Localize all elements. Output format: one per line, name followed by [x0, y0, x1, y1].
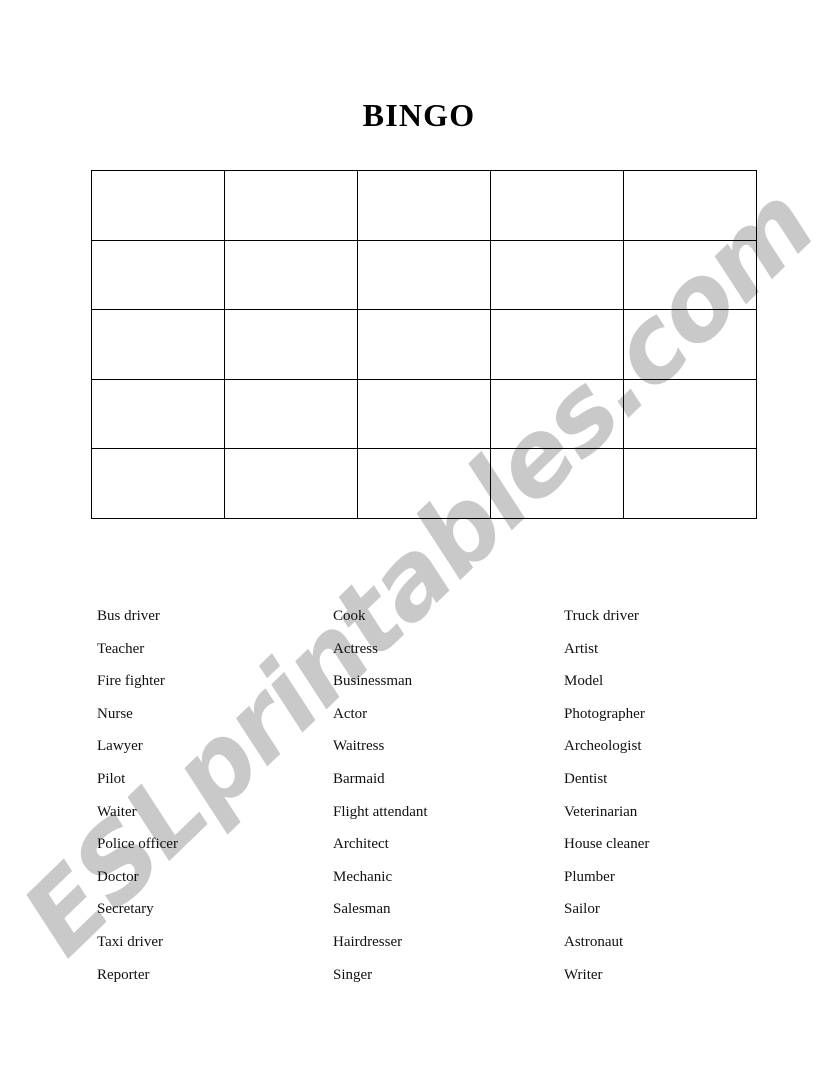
word-list-item: Reporter: [97, 966, 150, 983]
bingo-cell[interactable]: [91, 309, 225, 380]
bingo-cell[interactable]: [357, 239, 491, 311]
word-list-item: Singer: [333, 966, 373, 983]
word-list-item: Dentist: [564, 770, 608, 787]
word-list-item: Writer: [564, 966, 603, 983]
word-list-item: Architect: [333, 836, 389, 853]
word-list-item: Model: [564, 673, 604, 690]
bingo-cell[interactable]: [357, 378, 491, 450]
word-list-item: Cook: [333, 608, 366, 624]
word-list-item: Lawyer: [97, 738, 143, 755]
word-list-item: Doctor: [97, 868, 139, 885]
bingo-cell[interactable]: [623, 239, 757, 311]
word-list-item: Teacher: [97, 640, 145, 657]
bingo-grid-row: [91, 309, 757, 380]
word-list-column: Truck driver Artist Model Photographer Arche…: [564, 600, 649, 991]
bingo-grid-body: [91, 170, 757, 519]
bingo-cell[interactable]: [224, 239, 358, 311]
word-list-column: Bus driver Teacher Fire fighter Nurse Lawyer…: [97, 600, 178, 991]
word-list-item: Photographer: [564, 705, 645, 722]
bingo-cell[interactable]: [91, 170, 225, 241]
word-list-item: Mechanic: [333, 868, 393, 885]
bingo-cell[interactable]: [490, 448, 624, 519]
bingo-grid-row: [91, 378, 757, 450]
bingo-cell[interactable]: [623, 448, 757, 519]
bingo-grid-row: [91, 239, 757, 311]
bingo-cell[interactable]: [91, 239, 225, 311]
word-list-item: Actor: [333, 705, 368, 722]
bingo-cell[interactable]: [357, 309, 491, 380]
word-list-item: Waiter: [97, 803, 137, 820]
bingo-cell[interactable]: [490, 239, 624, 311]
word-list-item: Salesman: [333, 901, 391, 918]
word-list-item: Bus driver: [97, 608, 160, 624]
word-list-item: Flight attendant: [333, 803, 428, 820]
bingo-cell[interactable]: [224, 378, 358, 450]
word-list-item: Actress: [333, 640, 378, 657]
word-list-item: Pilot: [97, 770, 126, 787]
word-list-item: Police officer: [97, 836, 178, 853]
word-list-item: Secretary: [97, 901, 154, 918]
bingo-cell[interactable]: [224, 309, 358, 380]
bingo-cell[interactable]: [91, 378, 225, 450]
word-list-item: Hairdresser: [333, 933, 403, 950]
bingo-cell[interactable]: [224, 170, 358, 241]
word-list-item: House cleaner: [564, 836, 650, 853]
word-list-item: Businessman: [333, 673, 413, 690]
bingo-grid-row: [91, 170, 757, 241]
word-list-item: Barmaid: [333, 770, 385, 787]
word-list-item: Veterinarian: [564, 803, 638, 820]
bingo-cell[interactable]: [490, 378, 624, 450]
page-title: BINGO: [362, 97, 476, 133]
bingo-cell[interactable]: [623, 378, 757, 450]
word-list-item: Truck driver: [564, 608, 639, 624]
word-list-item: Taxi driver: [97, 933, 164, 950]
bingo-cell[interactable]: [623, 170, 757, 241]
bingo-cell[interactable]: [623, 309, 757, 380]
word-list-item: Sailor: [564, 901, 600, 918]
bingo-cell[interactable]: [357, 170, 491, 241]
word-list-item: Plumber: [564, 868, 615, 885]
bingo-grid-row: [91, 448, 757, 519]
word-list-item: Artist: [564, 640, 599, 657]
word-list-item: Waitress: [333, 738, 385, 755]
word-list-item: Archeologist: [564, 738, 642, 755]
word-list-item: Astronaut: [564, 933, 624, 950]
bingo-cell[interactable]: [91, 448, 225, 519]
worksheet-page: ESLprintables.com BINGO Bus driver Teache…: [0, 0, 838, 1086]
bingo-cell[interactable]: [490, 309, 624, 380]
bingo-cell[interactable]: [357, 448, 491, 519]
word-list-column: Cook Actress Businessman Actor Waitress Barma…: [333, 600, 428, 991]
bingo-cell[interactable]: [490, 170, 624, 241]
word-list-item: Nurse: [97, 705, 133, 722]
word-list-item: Fire fighter: [97, 673, 165, 690]
bingo-grid: [91, 170, 757, 519]
bingo-cell[interactable]: [224, 448, 358, 519]
